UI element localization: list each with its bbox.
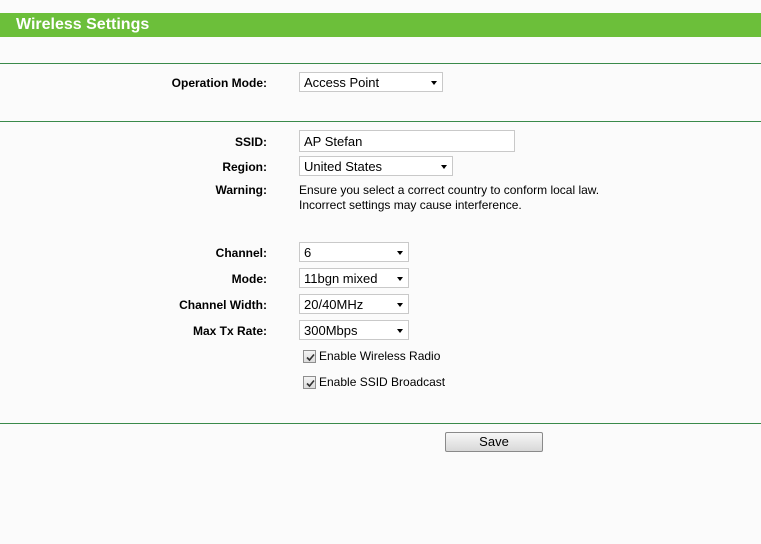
operation-mode-value: Access Point [304, 75, 380, 90]
region-select[interactable]: United States [299, 156, 453, 176]
channel-width-value: 20/40MHz [304, 297, 364, 312]
region-value: United States [304, 159, 383, 174]
ssid-input[interactable] [299, 130, 515, 152]
enable-wireless-radio-checkbox[interactable] [303, 350, 316, 363]
operation-mode-label: Operation Mode: [171, 76, 267, 90]
ssid-label: SSID: [234, 135, 267, 149]
checkmark-icon [306, 353, 315, 362]
max-tx-rate-select[interactable]: 300Mbps [299, 320, 409, 340]
divider [0, 63, 761, 64]
mode-label: Mode: [231, 272, 267, 286]
warning-text-line1: Ensure you select a correct country to c… [299, 183, 600, 197]
enable-wireless-radio-label: Enable Wireless Radio [319, 349, 441, 363]
warning-label: Warning: [215, 183, 267, 197]
dropdown-arrow-icon [431, 81, 437, 85]
channel-select[interactable]: 6 [299, 242, 409, 262]
page-title: Wireless Settings [16, 16, 150, 33]
max-tx-rate-label: Max Tx Rate: [192, 324, 267, 338]
dropdown-arrow-icon [397, 303, 403, 307]
dropdown-arrow-icon [397, 329, 403, 333]
channel-width-label: Channel Width: [179, 298, 267, 312]
mode-value: 11bgn mixed [304, 271, 378, 286]
title-bar: Wireless Settings [0, 13, 761, 37]
channel-value: 6 [304, 245, 312, 260]
enable-ssid-broadcast-label: Enable SSID Broadcast [319, 375, 446, 389]
enable-ssid-broadcast-checkbox[interactable] [303, 376, 316, 389]
checkmark-icon [306, 379, 315, 388]
channel-label: Channel: [215, 246, 267, 260]
dropdown-arrow-icon [397, 251, 403, 255]
divider [0, 423, 761, 424]
max-tx-rate-value: 300Mbps [304, 323, 358, 338]
warning-text-line2: Incorrect settings may cause interferenc… [299, 198, 522, 212]
save-button[interactable]: Save [445, 432, 543, 452]
region-label: Region: [222, 160, 267, 174]
divider [0, 121, 761, 122]
operation-mode-select[interactable]: Access Point [299, 72, 443, 92]
dropdown-arrow-icon [441, 165, 447, 169]
mode-select[interactable]: 11bgn mixed [299, 268, 409, 288]
dropdown-arrow-icon [397, 277, 403, 281]
channel-width-select[interactable]: 20/40MHz [299, 294, 409, 314]
